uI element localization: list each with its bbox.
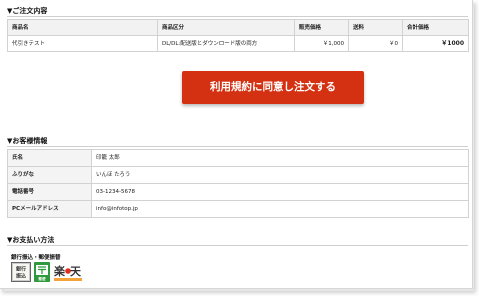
- order-section-divider: [7, 16, 468, 17]
- bank-icon-text-line1: 銀行: [16, 266, 26, 273]
- payment-section-divider: [7, 245, 468, 246]
- furigana-label: ふりがな: [7, 166, 92, 184]
- phone-value: 03-1234-5678: [91, 183, 469, 201]
- col-header-shipping: 送料: [348, 19, 403, 36]
- table-row: 代引きテスト DL/DL:配送版とダウンロード版の両方 ￥1,000 ￥0 ￥1…: [7, 35, 469, 52]
- customer-section-divider: [7, 146, 468, 147]
- furigana-value: いんほ たろう: [91, 166, 469, 184]
- col-header-product-name: 商品名: [7, 19, 158, 36]
- table-row: 電話番号 03-1234-5678: [7, 183, 469, 201]
- product-name-cell: 代引きテスト: [7, 35, 158, 52]
- table-row: PCメールアドレス info@infotop.jp: [7, 200, 469, 218]
- col-header-total: 合計価格: [402, 19, 469, 36]
- order-table: 商品名 商品区分 販売価格 送料 合計価格 代引きテスト DL/DL:配送版とダ…: [7, 19, 469, 52]
- bank-transfer-icon: 銀行 振込: [11, 262, 31, 282]
- order-table-header-row: 商品名 商品区分 販売価格 送料 合計価格: [7, 19, 469, 36]
- phone-label: 電話番号: [7, 183, 92, 201]
- email-label: PCメールアドレス: [7, 200, 92, 218]
- payment-method-label: 銀行振込・郵便振替: [11, 255, 61, 261]
- order-section-title: ▼ご注文内容: [7, 7, 48, 15]
- email-value: info@infotop.jp: [91, 200, 469, 218]
- payment-section-title: ▼お支払い方法: [7, 236, 55, 244]
- post-icon-text: 郵便: [38, 276, 46, 281]
- price-cell: ￥1,000: [294, 35, 349, 52]
- customer-section-title: ▼お客様情報: [7, 137, 48, 145]
- total-cell: ￥1000: [402, 35, 469, 52]
- agree-and-order-button[interactable]: 利用規約に同意し注文する: [182, 71, 364, 104]
- order-confirmation-page: ▼ご注文内容 商品名 商品区分 販売価格 送料 合計価格 代引きテスト DL/D…: [0, 0, 473, 289]
- name-label: 氏名: [7, 149, 92, 167]
- col-header-price: 販売価格: [294, 19, 349, 36]
- col-header-category: 商品区分: [157, 19, 295, 36]
- product-category-cell: DL/DL:配送版とダウンロード版の両方: [157, 35, 295, 52]
- rakuten-icon-char2: 天: [70, 265, 82, 278]
- table-row: ふりがな いんほ たろう: [7, 166, 469, 184]
- table-row: 氏名 印籠 太郎: [7, 149, 469, 167]
- bank-icon-text-line2: 振込: [16, 273, 26, 280]
- rakuten-icon: 楽 天: [53, 264, 82, 281]
- customer-info-table: 氏名 印籠 太郎 ふりがな いんほ たろう 電話番号 03-1234-5678 …: [7, 149, 469, 218]
- name-value: 印籠 太郎: [91, 149, 469, 167]
- japan-post-icon: 郵便: [34, 262, 50, 282]
- rakuten-icon-char1: 楽: [53, 264, 66, 278]
- shipping-cell: ￥0: [348, 35, 403, 52]
